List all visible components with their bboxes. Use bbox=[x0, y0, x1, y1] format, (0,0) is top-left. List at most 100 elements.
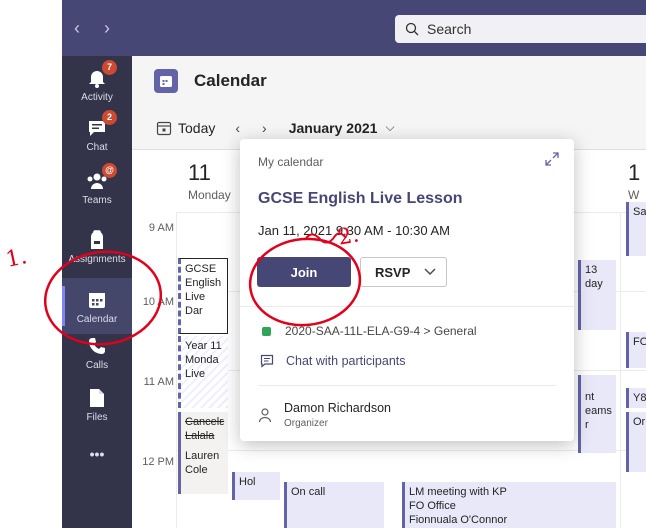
rail-label: Calls bbox=[85, 359, 109, 371]
event-line: Dar bbox=[185, 305, 203, 317]
event-line: Sa bbox=[633, 206, 646, 218]
event-line: Lalala bbox=[185, 430, 215, 442]
event-line: Live bbox=[185, 291, 206, 303]
event-far-right-fo[interactable]: FO bbox=[626, 332, 646, 368]
rail-label: Teams bbox=[82, 194, 112, 206]
event-line: Lauren bbox=[185, 450, 220, 462]
event-far-right-sa[interactable]: Sa bbox=[626, 202, 646, 256]
rail-label: Calendar bbox=[76, 313, 118, 325]
event-line: Fionnuala O'Connor bbox=[409, 514, 508, 526]
event-line: On call bbox=[291, 486, 326, 498]
rail-label: Activity bbox=[81, 91, 113, 103]
expand-icon[interactable] bbox=[544, 151, 560, 167]
organizer: Damon Richardson Organizer bbox=[258, 401, 391, 429]
event-lm-meeting[interactable]: LM meeting with KP FO Office Fionnuala O… bbox=[402, 482, 616, 528]
event-partial-nt[interactable]: nt eams r bbox=[578, 375, 616, 453]
page-title: Calendar bbox=[194, 71, 267, 90]
event-line: FO bbox=[633, 336, 646, 348]
chevron-down-icon bbox=[424, 268, 436, 275]
search-input[interactable]: Search bbox=[395, 15, 646, 43]
history-nav: ‹ › bbox=[62, 18, 142, 39]
app-rail: 7 Activity 2 Chat @ Teams Assignments Ca… bbox=[62, 56, 132, 528]
event-gcse-english[interactable]: GCSE English Live Dar bbox=[178, 258, 228, 334]
event-line: day bbox=[585, 278, 603, 290]
event-line: FO Office bbox=[409, 500, 456, 512]
month-picker[interactable]: January 2021 bbox=[289, 120, 378, 136]
person-icon bbox=[258, 408, 272, 423]
day-number: 11 bbox=[188, 160, 211, 185]
time-label: 11 AM bbox=[143, 376, 174, 388]
channel-name: 2020-SAA-11L-ELA-G9-4 > General bbox=[285, 324, 477, 338]
rail-label: Chat bbox=[86, 141, 108, 153]
event-line: Hol bbox=[239, 476, 256, 488]
forward-button[interactable]: › bbox=[92, 18, 122, 39]
day-header-monday[interactable]: 11 Monday bbox=[180, 150, 231, 212]
calendar-today-icon bbox=[156, 121, 172, 135]
meeting-title: GCSE English Live Lesson bbox=[258, 190, 463, 207]
annotation-two: 2. bbox=[335, 222, 362, 251]
today-button[interactable]: Today bbox=[156, 120, 215, 136]
rail-item-activity[interactable]: 7 Activity bbox=[62, 56, 132, 112]
phone-icon bbox=[89, 337, 105, 354]
time-label: 12 PM bbox=[142, 456, 174, 468]
event-line: Y8 bbox=[633, 392, 646, 404]
search-placeholder: Search bbox=[427, 21, 472, 37]
team-color-icon bbox=[262, 326, 271, 336]
divider bbox=[258, 385, 556, 386]
more-icon: ••• bbox=[89, 446, 105, 462]
event-line: eams bbox=[585, 405, 612, 417]
event-line: GCSE bbox=[185, 263, 217, 275]
rail-item-more[interactable]: ••• bbox=[62, 426, 132, 482]
meeting-popup: My calendar GCSE English Live Lesson Jan… bbox=[240, 139, 574, 441]
day-name: W bbox=[628, 188, 640, 202]
rail-item-files[interactable]: Files bbox=[62, 376, 132, 432]
event-line: nt bbox=[585, 391, 595, 403]
rail-item-teams[interactable]: @ Teams bbox=[62, 159, 132, 215]
event-line: 13 bbox=[585, 264, 598, 276]
rsvp-label: RSVP bbox=[375, 264, 411, 280]
calendar-icon bbox=[89, 292, 105, 308]
rail-label: Assignments bbox=[68, 253, 126, 265]
chat-with-participants-link[interactable]: Chat with participants bbox=[260, 354, 406, 368]
day-name: Monday bbox=[188, 188, 231, 202]
event-line: Cole bbox=[185, 464, 208, 476]
event-partial-13[interactable]: 13 day bbox=[578, 260, 616, 330]
rail-item-chat[interactable]: 2 Chat bbox=[62, 106, 132, 162]
chat-icon bbox=[260, 354, 274, 368]
organizer-name: Damon Richardson bbox=[284, 401, 391, 415]
rail-item-assignments[interactable]: Assignments bbox=[62, 218, 132, 274]
event-far-right-y8[interactable]: Y8 bbox=[626, 388, 646, 408]
divider bbox=[240, 306, 574, 307]
chevron-down-icon[interactable]: ⌵ bbox=[385, 120, 394, 135]
time-label: 10 AM bbox=[142, 296, 174, 308]
hour-line bbox=[176, 450, 646, 451]
event-on-call[interactable]: On call bbox=[284, 482, 384, 528]
event-line: LM meeting with KP bbox=[409, 486, 507, 498]
organizer-role: Organizer bbox=[284, 418, 328, 429]
prev-week-button[interactable]: ‹ bbox=[235, 120, 240, 136]
next-week-button[interactable]: › bbox=[262, 120, 267, 136]
chat-badge: 2 bbox=[102, 109, 117, 125]
annotation-one: 1. bbox=[3, 244, 30, 273]
join-button[interactable]: Join bbox=[257, 257, 351, 287]
event-year-11[interactable]: Year 11 Monda Live bbox=[178, 336, 228, 408]
day-number: 1 bbox=[628, 160, 641, 185]
event-line: Monda bbox=[185, 354, 219, 366]
event-cancelled[interactable]: Cancelε Lalala Lauren Cole bbox=[178, 412, 228, 494]
event-hol[interactable]: Hol bbox=[232, 472, 280, 500]
rail-label: Files bbox=[86, 411, 108, 423]
event-line: English bbox=[185, 277, 222, 289]
file-icon bbox=[90, 388, 104, 407]
event-line: Year 11 bbox=[185, 340, 222, 352]
rail-item-calls[interactable]: Calls bbox=[62, 324, 132, 380]
event-line: Live bbox=[185, 368, 206, 380]
event-line: r bbox=[585, 419, 589, 431]
back-button[interactable]: ‹ bbox=[62, 18, 92, 39]
teams-badge: @ bbox=[102, 162, 117, 178]
channel-link[interactable]: 2020-SAA-11L-ELA-G9-4 > General bbox=[262, 324, 477, 338]
event-far-right-or[interactable]: Or bbox=[626, 412, 646, 472]
event-line: Or bbox=[633, 416, 646, 428]
rsvp-button[interactable]: RSVP bbox=[360, 257, 447, 287]
chat-label: Chat with participants bbox=[286, 354, 406, 368]
time-label: 9 AM bbox=[148, 222, 174, 234]
